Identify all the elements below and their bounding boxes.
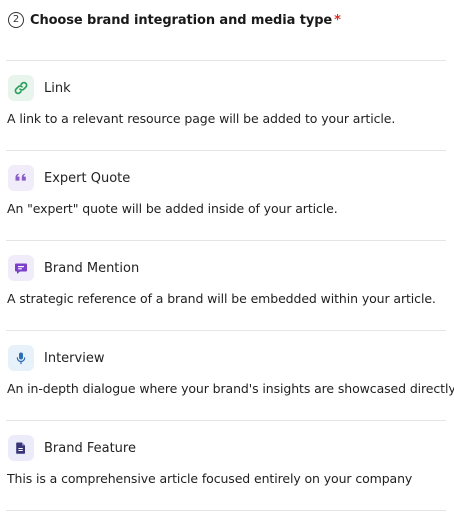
step-header: 2 Choose brand integration and media typ…: [8, 12, 448, 28]
divider: [6, 240, 446, 241]
divider: [6, 150, 446, 151]
divider: [6, 510, 446, 511]
option-link[interactable]: Link A link to a relevant resource page …: [6, 74, 446, 126]
step-number-badge: 2: [8, 12, 24, 28]
step-title-text: Choose brand integration and media type: [30, 12, 333, 28]
step-title: Choose brand integration and media type *: [30, 13, 341, 28]
option-label: Expert Quote: [44, 170, 131, 186]
option-description: An in-depth dialogue where your brand's …: [7, 381, 454, 396]
document-icon: [8, 435, 34, 461]
option-description: An "expert" quote will be added inside o…: [7, 201, 338, 216]
integration-step-section: 2 Choose brand integration and media typ…: [0, 0, 454, 527]
option-interview[interactable]: Interview An in-depth dialogue where you…: [6, 344, 454, 396]
option-label: Interview: [44, 350, 105, 366]
divider: [6, 330, 446, 331]
divider: [6, 420, 446, 421]
option-label: Brand Mention: [44, 260, 140, 276]
option-expert-quote[interactable]: Expert Quote An "expert" quote will be a…: [6, 164, 446, 216]
required-asterisk: *: [334, 12, 341, 28]
divider: [6, 60, 446, 61]
quote-icon: [8, 165, 34, 191]
option-label: Brand Feature: [44, 440, 136, 456]
microphone-icon: [8, 345, 34, 371]
option-brand-feature[interactable]: Brand Feature This is a comprehensive ar…: [6, 434, 446, 486]
message-icon: [8, 255, 34, 281]
option-description: A link to a relevant resource page will …: [7, 111, 396, 126]
link-icon: [8, 75, 34, 101]
option-description: A strategic reference of a brand will be…: [7, 291, 436, 306]
option-description: This is a comprehensive article focused …: [7, 471, 413, 486]
option-brand-mention[interactable]: Brand Mention A strategic reference of a…: [6, 254, 446, 306]
option-label: Link: [44, 80, 71, 96]
